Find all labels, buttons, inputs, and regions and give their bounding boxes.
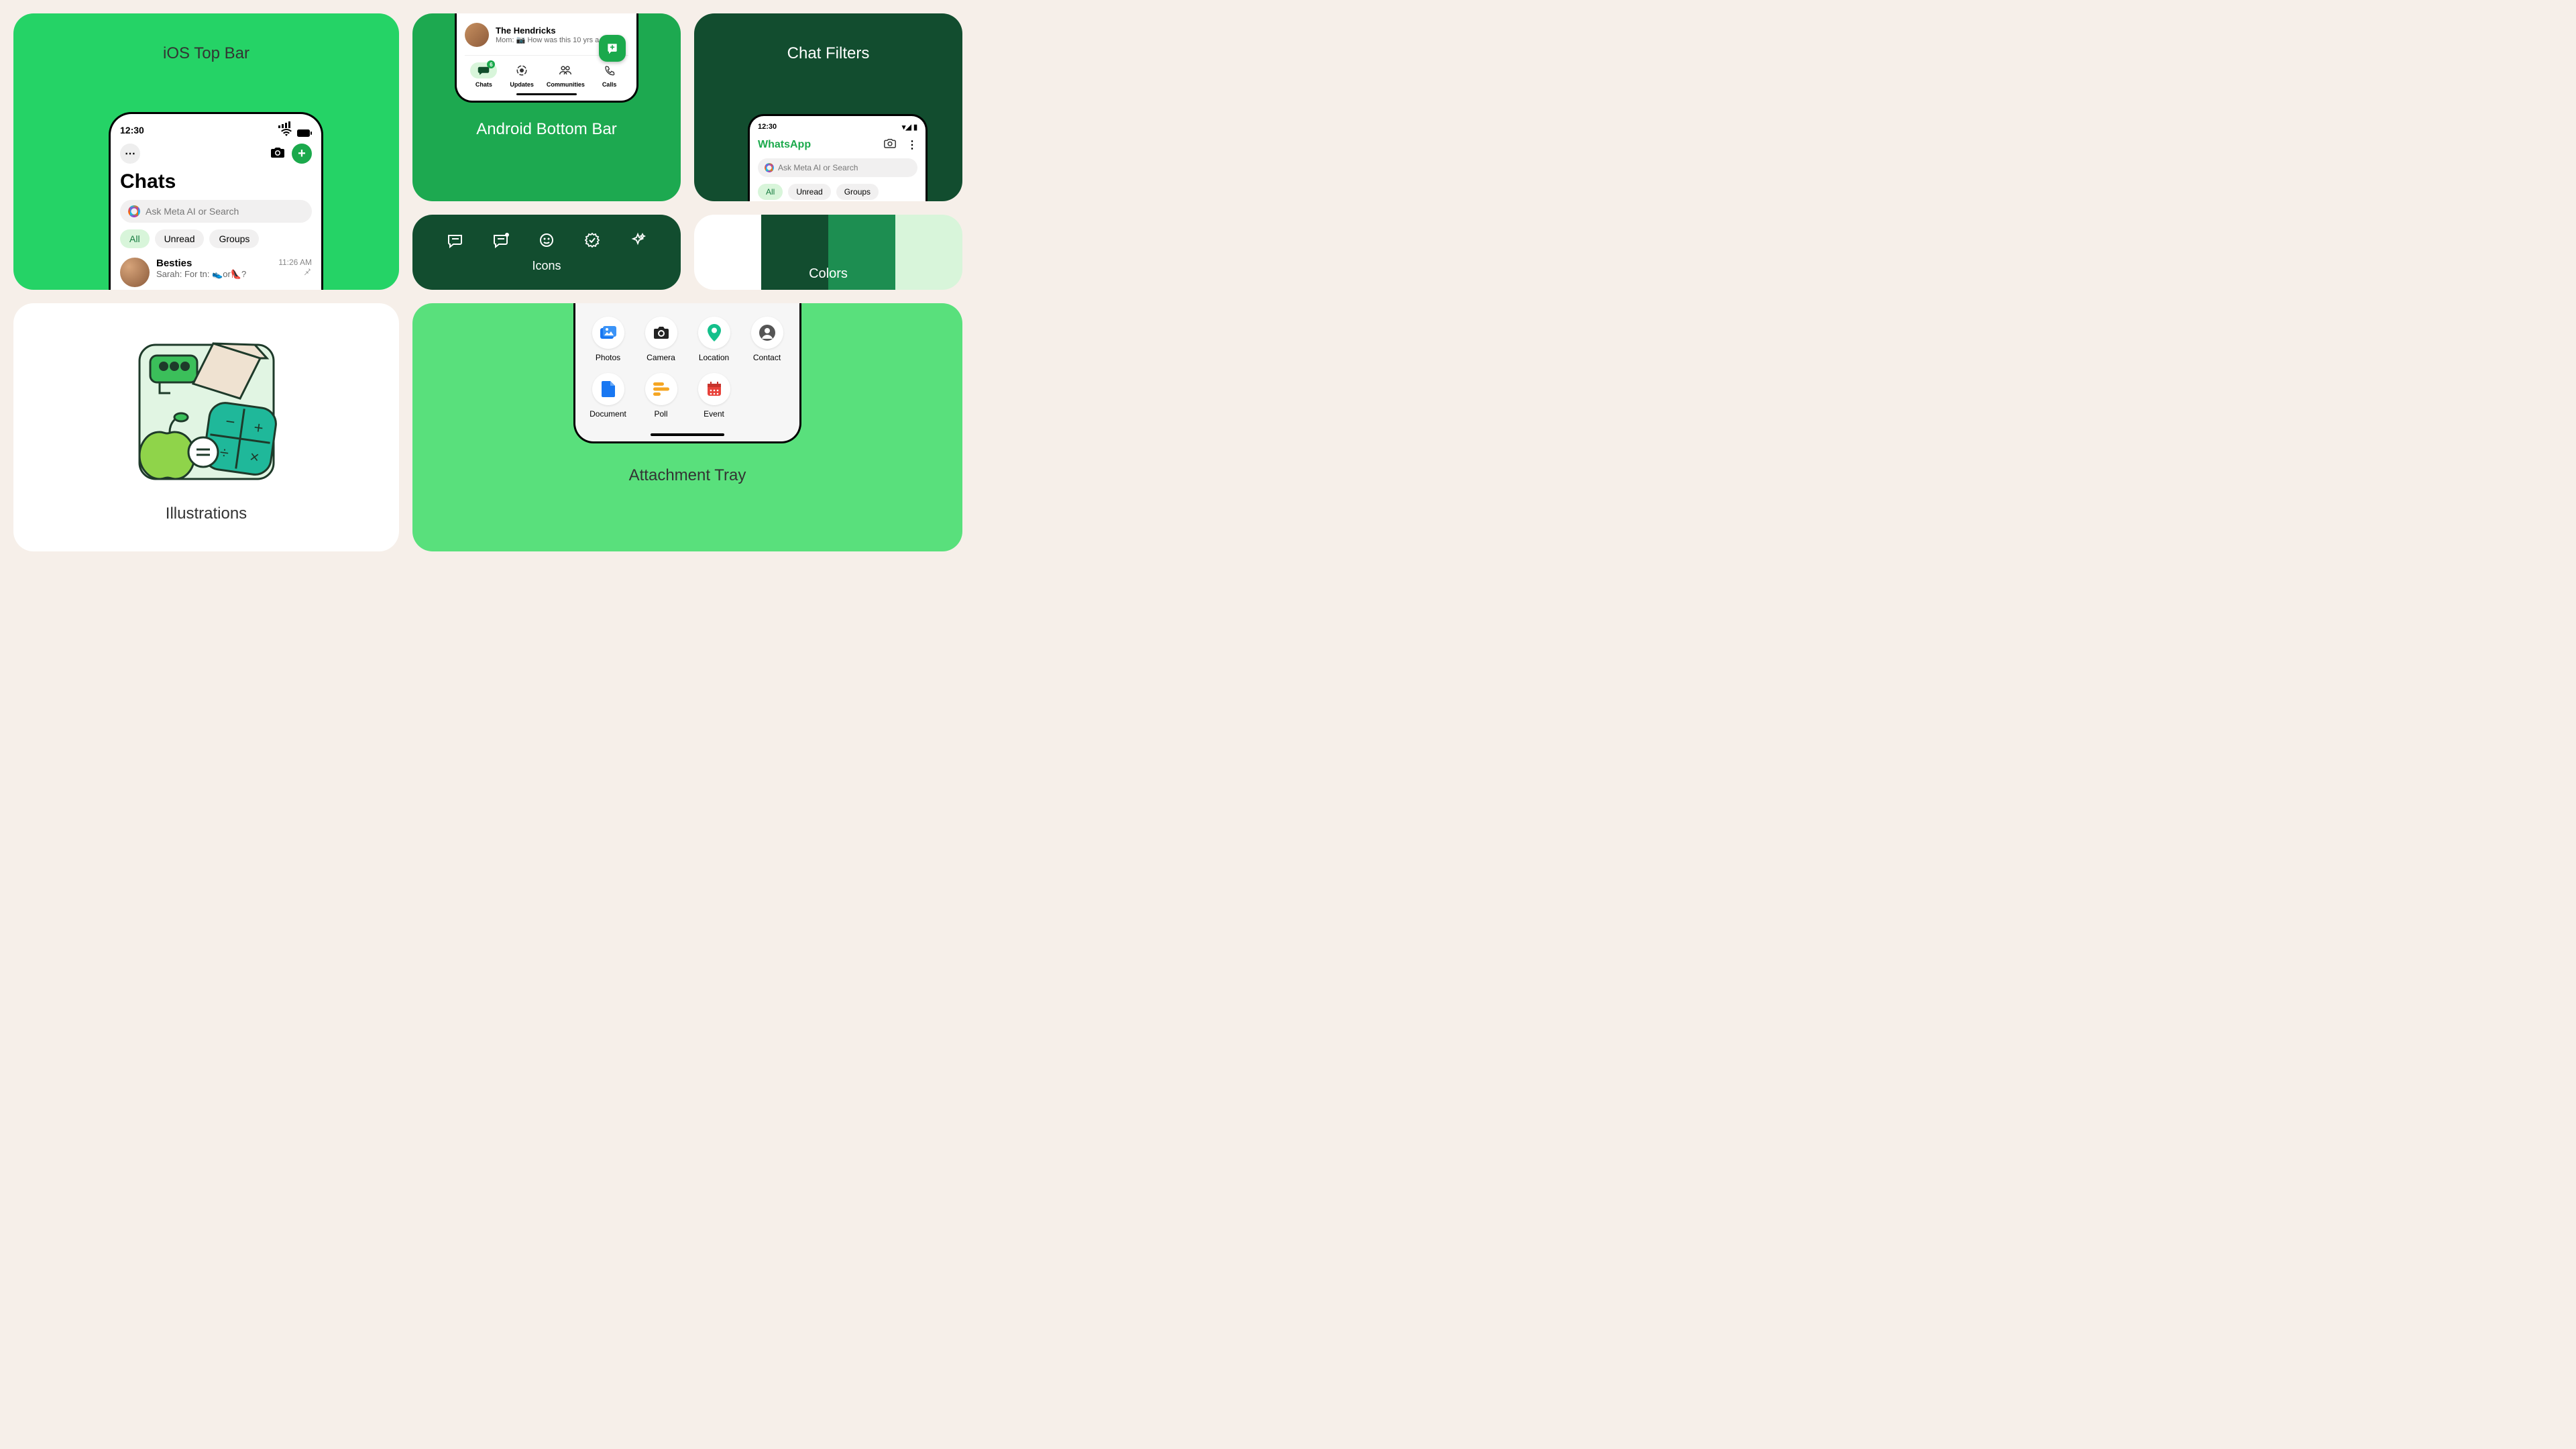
more-icon[interactable]: ⋮ [907,138,917,152]
ios-phone-frame: 12:30 ⋯ [109,112,323,290]
ios-card-label: iOS Top Bar [13,44,399,63]
attach-contact[interactable]: Contact [744,317,790,362]
avatar-emoji-icon [539,232,555,252]
search-placeholder: Ask Meta AI or Search [778,163,858,172]
location-icon [698,317,730,349]
nav-updates[interactable]: Updates [508,62,535,88]
illustrations-card: − + ÷ × Illustrations [13,303,399,551]
nav-calls[interactable]: Calls [596,62,623,88]
communities-icon [552,62,579,78]
filter-row: All Unread Groups [120,229,312,248]
android-status-bar: 12:30 ▾◢ ▮ [758,123,917,131]
illustration-graphic: − + ÷ × [126,331,287,486]
android-phone-frame: The Hendricks Mom: 📷 How was this 10 yrs… [455,13,638,103]
filter-groups[interactable]: Groups [836,184,879,200]
chat-message: Mom: 📷 How was this 10 yrs a… [496,36,606,44]
chat-row[interactable]: Besties Sarah: For tn: 👟or👠? 11:26 AM [120,258,312,290]
more-button[interactable]: ⋯ [120,144,140,164]
poll-icon [645,373,677,405]
status-icons: ▾◢ ▮ [902,123,917,131]
filter-all[interactable]: All [758,184,783,200]
illustrations-card-label: Illustrations [166,504,247,523]
chat-name: Besties [156,258,272,269]
icons-card: Icons [412,215,681,290]
ios-status-icons [278,121,312,139]
meta-ai-icon [765,163,774,172]
ios-time: 12:30 [120,125,144,136]
page-title: Chats [120,170,312,193]
camera-icon[interactable] [884,138,896,152]
filter-groups[interactable]: Groups [209,229,259,248]
camera-icon[interactable] [270,146,285,162]
bottom-nav: 6 Chats Updates Communities [465,62,628,88]
chat-message: Sarah: For tn: 👟or👠? [156,269,272,280]
verified-icon [584,232,600,252]
android-card-label: Android Bottom Bar [476,120,616,140]
ios-top-bar-card: iOS Top Bar 12:30 ⋯ [13,13,399,290]
updates-icon [508,62,535,78]
icons-card-label: Icons [532,259,561,273]
attach-event[interactable]: Event [691,373,737,419]
pin-icon [278,267,312,278]
chat-time: 11:26 AM [278,258,312,267]
avatar [120,258,150,287]
attach-location[interactable]: Location [691,317,737,362]
ios-status-bar: 12:30 [120,123,312,137]
status-time: 12:30 [758,123,777,131]
search-input[interactable]: Ask Meta AI or Search [120,200,312,223]
filters-card-label: Chat Filters [694,44,962,63]
attach-photos[interactable]: Photos [585,317,631,362]
contact-icon [751,317,783,349]
camera-icon [645,317,677,349]
search-placeholder: Ask Meta AI or Search [146,206,239,217]
search-input[interactable]: Ask Meta AI or Search [758,158,917,177]
app-title: WhatsApp [758,139,811,151]
colors-card: Colors [694,215,962,290]
nav-chats[interactable]: 6 Chats [470,62,497,88]
home-indicator [651,433,724,436]
icon-row [447,232,646,252]
avatar [465,23,489,47]
filter-unread[interactable]: Unread [155,229,205,248]
filter-unread[interactable]: Unread [788,184,830,200]
calls-icon [596,62,623,78]
chat-new-icon [493,232,509,252]
colors-card-label: Colors [694,266,962,282]
wifi-icon [281,128,294,139]
new-chat-button[interactable]: + [292,144,312,164]
filter-all[interactable]: All [120,229,150,248]
filters-phone-frame: 12:30 ▾◢ ▮ WhatsApp ⋮ Ask Meta AI or Sea… [748,114,928,201]
attach-poll[interactable]: Poll [638,373,684,419]
filter-row: All Unread Groups [758,184,917,201]
chat-name: The Hendricks [496,25,606,36]
meta-ai-icon [128,205,140,217]
attach-camera[interactable]: Camera [638,317,684,362]
attachment-tray-card: Photos Camera Location Contact Document [412,303,962,551]
attach-phone-frame: Photos Camera Location Contact Document [573,303,801,443]
photos-icon [592,317,624,349]
home-indicator [516,93,577,95]
attach-card-label: Attachment Tray [629,466,746,485]
cellular-icon [278,121,312,128]
sparkle-icon [630,232,646,252]
document-icon [592,373,624,405]
android-bottom-bar-card: The Hendricks Mom: 📷 How was this 10 yrs… [412,13,681,201]
nav-communities[interactable]: Communities [547,62,585,88]
chat-filters-card: Chat Filters 12:30 ▾◢ ▮ WhatsApp ⋮ Ask M… [694,13,962,201]
event-icon [698,373,730,405]
new-chat-fab[interactable] [599,35,626,62]
attach-document[interactable]: Document [585,373,631,419]
chat-outline-icon [447,232,463,252]
battery-icon [297,128,312,139]
